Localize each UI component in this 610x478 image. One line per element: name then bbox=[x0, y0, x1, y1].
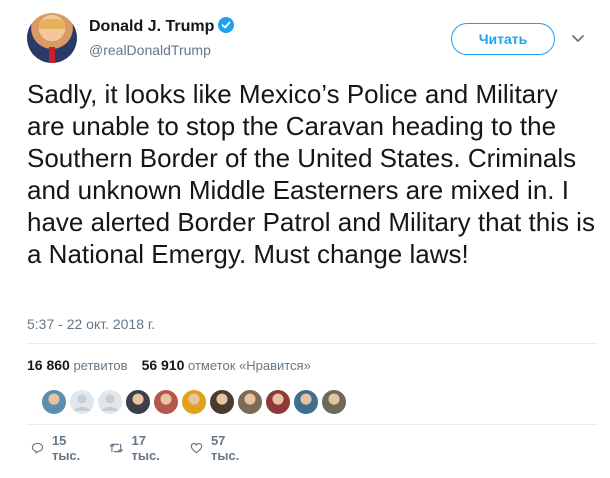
heart-icon bbox=[190, 442, 203, 454]
follow-button[interactable]: Читать bbox=[451, 23, 555, 55]
default-avatar-icon[interactable] bbox=[69, 389, 95, 415]
default-avatar-icon[interactable] bbox=[97, 389, 123, 415]
user-avatar-icon[interactable] bbox=[265, 389, 291, 415]
user-avatar-icon[interactable] bbox=[41, 389, 67, 415]
tweet-stats: 16 860 ретвитов 56 910 отметок «Нравится» bbox=[27, 357, 311, 373]
retweet-icon bbox=[109, 443, 124, 453]
retweet-action[interactable]: 17 тыс. bbox=[109, 433, 165, 463]
verified-badge-icon bbox=[218, 17, 235, 33]
user-avatar-icon[interactable] bbox=[321, 389, 347, 415]
tweet-timestamp[interactable]: 5:37 - 22 окт. 2018 г. bbox=[27, 316, 155, 332]
user-avatar-icon[interactable] bbox=[125, 389, 151, 415]
chevron-down-icon[interactable] bbox=[571, 34, 585, 44]
likes-label: отметок «Нравится» bbox=[188, 358, 311, 373]
tweet-text: Sadly, it looks like Mexico’s Police and… bbox=[27, 79, 595, 269]
reply-count: 15 тыс. bbox=[51, 433, 81, 463]
retweets-label: ретвитов bbox=[73, 358, 128, 373]
reply-icon bbox=[31, 442, 44, 454]
reply-action[interactable]: 15 тыс. bbox=[31, 433, 85, 463]
like-count: 57 тыс. bbox=[210, 433, 240, 463]
user-avatar-icon[interactable] bbox=[293, 389, 319, 415]
user-avatar-icon[interactable] bbox=[181, 389, 207, 415]
like-action[interactable]: 57 тыс. bbox=[190, 433, 244, 463]
likes-count: 56 910 bbox=[141, 357, 185, 373]
user-avatar-icon[interactable] bbox=[209, 389, 235, 415]
retweets-stat[interactable]: 16 860 ретвитов bbox=[27, 357, 128, 373]
user-avatar-icon[interactable] bbox=[237, 389, 263, 415]
author-name[interactable]: Donald J. Trump bbox=[89, 18, 214, 35]
author-handle[interactable]: @realDonaldTrump bbox=[89, 42, 211, 58]
divider-bottom bbox=[27, 424, 597, 425]
likes-stat[interactable]: 56 910 отметок «Нравится» bbox=[141, 357, 311, 373]
retweet-count: 17 тыс. bbox=[131, 433, 160, 463]
retweets-count: 16 860 bbox=[27, 357, 70, 373]
avatar-tie bbox=[49, 47, 55, 63]
tweet-card: Donald J. Trump @realDonaldTrump Читать … bbox=[0, 0, 610, 478]
author-name-row[interactable]: Donald J. Trump bbox=[89, 17, 235, 36]
author-avatar[interactable] bbox=[27, 13, 77, 63]
user-avatar-icon[interactable] bbox=[153, 389, 179, 415]
avatar-hair bbox=[39, 19, 65, 29]
divider-top bbox=[27, 343, 597, 344]
